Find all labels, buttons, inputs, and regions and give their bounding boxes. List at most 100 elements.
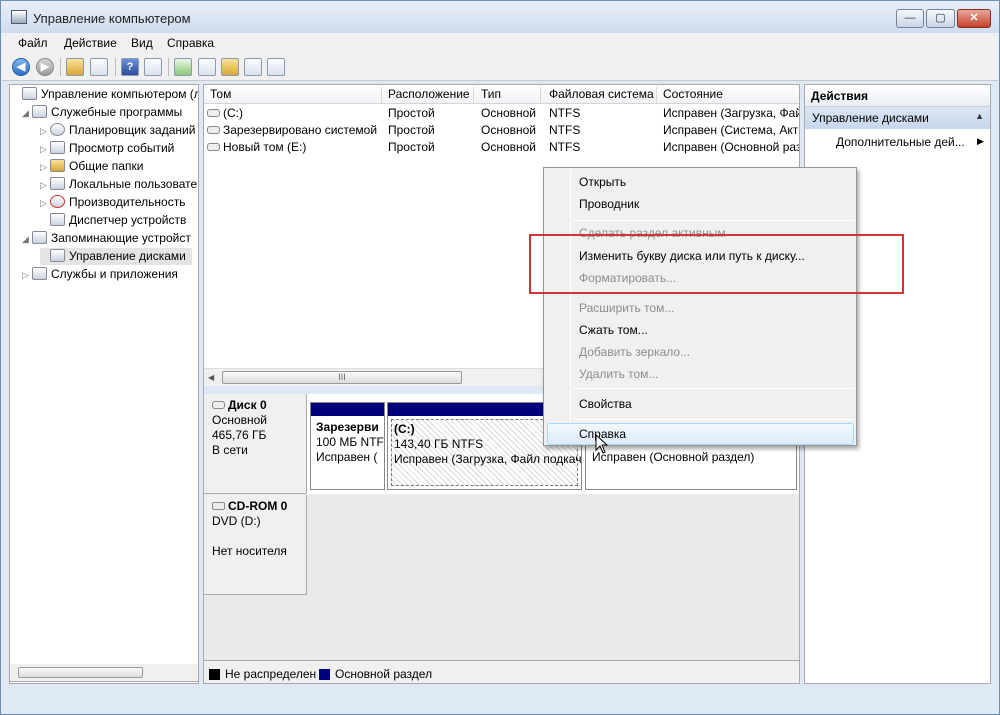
column-header-volume[interactable]: Том: [210, 87, 382, 104]
actions-section-disk-management[interactable]: Управление дисками ▲: [805, 107, 990, 129]
menu-separator: [573, 419, 854, 420]
users-icon: [50, 177, 65, 190]
mouse-cursor-icon: [595, 434, 609, 454]
tree-item-shared-folders[interactable]: ▷ Общие папки: [40, 158, 143, 175]
shared-folder-icon: [50, 159, 65, 172]
maximize-button[interactable]: ▢: [926, 9, 955, 28]
tree-horizontal-scrollbar[interactable]: [9, 664, 199, 682]
menu-item-extend[interactable]: Расширить том...: [579, 301, 674, 315]
tree-item-computer-management[interactable]: Управление компьютером (л: [12, 86, 198, 103]
tree-item-event-viewer[interactable]: ▷ Просмотр событий: [40, 140, 174, 157]
tree-expander[interactable]: ▷: [22, 267, 32, 284]
tree-expander[interactable]: ◢: [22, 105, 32, 122]
help-icon[interactable]: ?: [121, 58, 139, 76]
tree-expander[interactable]: ▷: [40, 159, 50, 176]
menu-separator: [573, 220, 854, 221]
tree-expander[interactable]: ▷: [40, 177, 50, 194]
table-row[interactable]: Новый том (E:) Простой Основной NTFS Исп…: [204, 139, 799, 156]
menu-help[interactable]: Справка: [167, 36, 214, 50]
tree-item-storage[interactable]: ◢ Запоминающие устройст: [22, 230, 191, 247]
menu-item-add-mirror[interactable]: Добавить зеркало...: [579, 345, 690, 359]
tree-item-disk-management[interactable]: Управление дисками: [40, 248, 192, 265]
disk0-label[interactable]: Диск 0 Основной 465,76 ГБ В сети: [204, 394, 307, 494]
collapse-arrow-icon[interactable]: ▲: [975, 111, 984, 121]
back-icon[interactable]: ◀: [12, 58, 30, 76]
legend-unallocated-swatch: [209, 669, 220, 680]
menu-item-properties[interactable]: Свойства: [579, 397, 632, 411]
storage-icon: [32, 231, 47, 244]
disk0-status: В сети: [212, 443, 248, 457]
services-icon: [32, 267, 47, 280]
scroll-thumb[interactable]: III: [222, 371, 462, 384]
computer-management-window: Управление компьютером — ▢ ✕ Файл Действ…: [0, 0, 1000, 715]
toolbar-separator: [115, 58, 116, 76]
tree-item-performance[interactable]: ▷ Производительность: [40, 194, 185, 211]
console-tree: Управление компьютером (л ◢ Служебные про…: [9, 84, 199, 684]
up-folder-icon[interactable]: [66, 58, 84, 76]
legend: Не распределен Основной раздел: [204, 660, 799, 683]
menu-view[interactable]: Вид: [131, 36, 153, 50]
computer-management-icon: [11, 10, 27, 24]
actions-more[interactable]: Дополнительные дей...: [836, 135, 965, 149]
column-header-status[interactable]: Состояние: [663, 87, 799, 104]
tree-expander[interactable]: ▷: [40, 123, 50, 140]
window-title: Управление компьютером: [33, 11, 191, 26]
tree-item-services-apps[interactable]: ▷ Службы и приложения: [22, 266, 178, 283]
refresh-icon[interactable]: [174, 58, 192, 76]
forward-icon[interactable]: ▶: [36, 58, 54, 76]
device-manager-icon: [50, 213, 65, 226]
minimize-button[interactable]: —: [896, 9, 924, 28]
menu-bar: Файл Действие Вид Справка: [2, 33, 998, 53]
menu-separator: [573, 388, 854, 389]
submenu-arrow-icon[interactable]: ▶: [977, 136, 984, 147]
right-edge: [991, 84, 999, 684]
column-header-layout[interactable]: Расположение: [388, 87, 474, 104]
table-row[interactable]: (C:) Простой Основной NTFS Исправен (Заг…: [204, 105, 799, 122]
disk0-name: Диск 0: [228, 398, 267, 412]
menu-file[interactable]: Файл: [18, 36, 48, 50]
tree-item-system-tools[interactable]: ◢ Служебные программы: [22, 104, 182, 121]
cdrom0-name: CD-ROM 0: [228, 499, 288, 513]
tree-item-local-users[interactable]: ▷ Локальные пользовате: [40, 176, 197, 193]
legend-unallocated-label: Не распределен: [225, 667, 317, 681]
tree-expander[interactable]: ▷: [40, 141, 50, 158]
volume-icon: [207, 126, 220, 134]
show-hide-tree-icon[interactable]: [90, 58, 108, 76]
cdrom0-type: DVD (D:): [212, 514, 261, 528]
menu-item-explorer[interactable]: Проводник: [579, 197, 639, 211]
scroll-left-arrow-icon[interactable]: ◀: [208, 373, 214, 382]
menu-item-shrink[interactable]: Сжать том...: [579, 323, 648, 337]
tree-expander[interactable]: ◢: [22, 231, 32, 248]
event-viewer-icon: [50, 141, 65, 154]
column-header-type[interactable]: Тип: [481, 87, 541, 104]
cdrom0-label[interactable]: CD-ROM 0 DVD (D:) Нет носителя: [204, 495, 307, 595]
legend-primary-label: Основной раздел: [335, 667, 433, 681]
computer-management-icon: [22, 87, 37, 100]
toolbar-separator: [60, 58, 61, 76]
highlight-annotation-box: [529, 234, 904, 294]
hard-disk-icon: [212, 401, 225, 409]
column-header-filesystem[interactable]: Файловая система: [549, 87, 657, 104]
find-icon[interactable]: [244, 58, 262, 76]
partition-reserved[interactable]: Зарезерви 100 МБ NTF Исправен (: [310, 402, 385, 490]
open-icon[interactable]: [221, 58, 239, 76]
partition-color-bar: [311, 403, 384, 416]
tree-expander[interactable]: ▷: [40, 195, 50, 212]
scroll-thumb[interactable]: [18, 667, 143, 678]
title-bar: Управление компьютером — ▢ ✕: [1, 1, 999, 33]
disk0-size: 465,76 ГБ: [212, 428, 267, 442]
menu-action[interactable]: Действие: [64, 36, 117, 50]
show-hide-action-pane-icon[interactable]: [144, 58, 162, 76]
tree-item-device-manager[interactable]: Диспетчер устройств: [40, 212, 186, 229]
properties-icon[interactable]: [198, 58, 216, 76]
tree-item-task-scheduler[interactable]: ▷ Планировщик заданий: [40, 122, 195, 139]
menu-item-open[interactable]: Открыть: [579, 175, 626, 189]
disk-settings-icon[interactable]: [267, 58, 285, 76]
tools-icon: [32, 105, 47, 118]
actions-title: Действия: [805, 85, 990, 107]
close-button[interactable]: ✕: [957, 9, 991, 28]
menu-item-delete[interactable]: Удалить том...: [579, 367, 658, 381]
table-row[interactable]: Зарезервировано системой Простой Основно…: [204, 122, 799, 139]
cdrom0-status: Нет носителя: [212, 544, 287, 558]
toolbar-separator: [168, 58, 169, 76]
